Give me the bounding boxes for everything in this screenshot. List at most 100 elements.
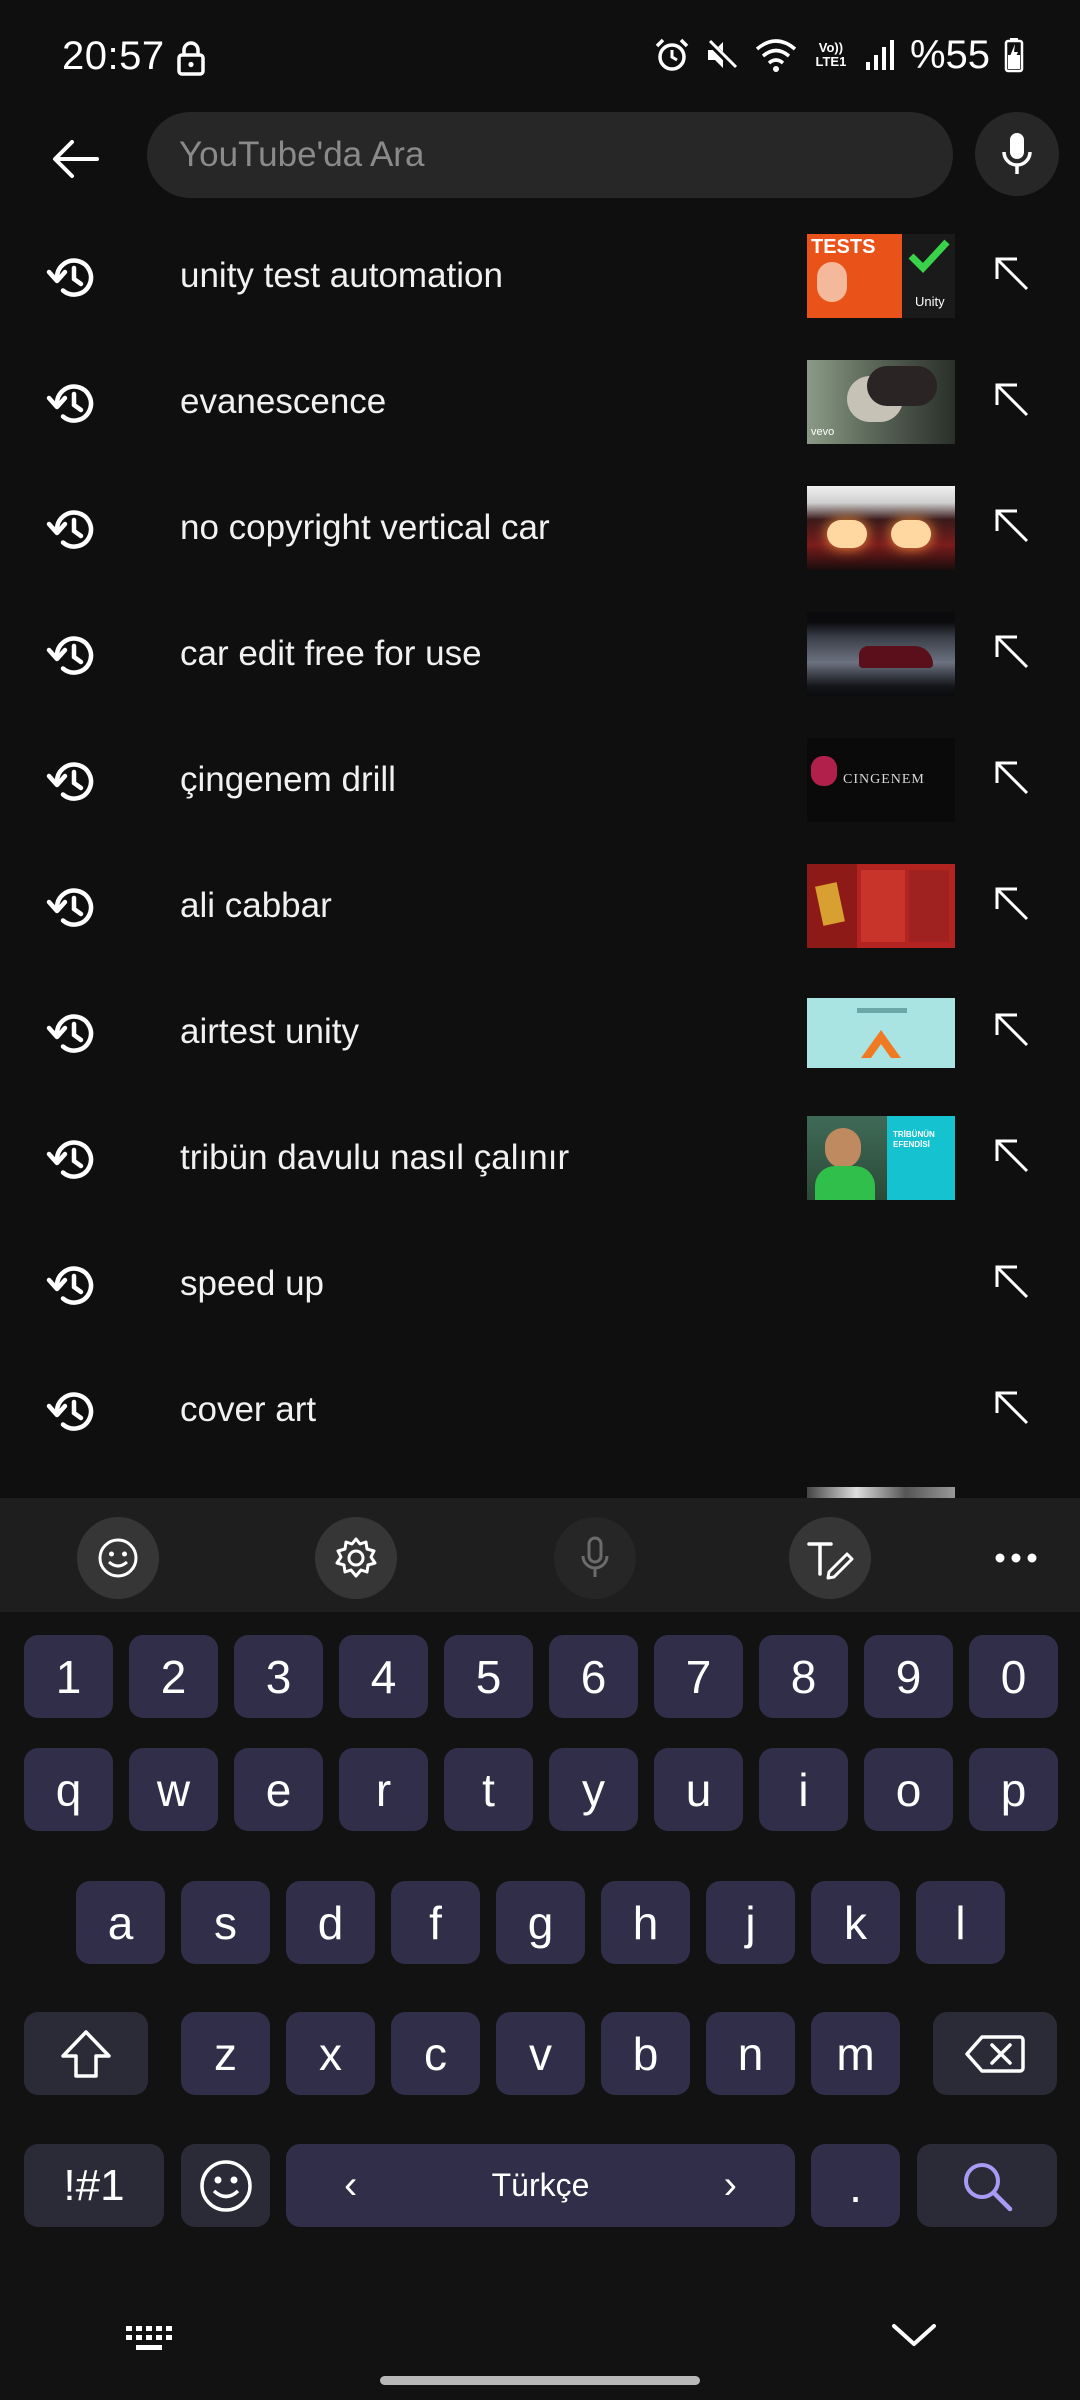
mute-icon [705, 38, 739, 72]
fill-query-arrow-icon [995, 1013, 1029, 1047]
suggestion-text: tribün davulu nasıl çalınır [180, 1138, 570, 1177]
key[interactable]: d [286, 1881, 375, 1964]
fill-query-button[interactable] [983, 1379, 1039, 1435]
key[interactable]: k [811, 1881, 900, 1964]
voice-search-button[interactable] [975, 112, 1059, 196]
key[interactable]: f [391, 1881, 480, 1964]
key[interactable]: 4 [339, 1635, 428, 1718]
keyboard-toolbar [0, 1498, 1080, 1612]
key[interactable]: e [234, 1748, 323, 1831]
fill-query-button[interactable] [983, 245, 1039, 301]
key[interactable]: b [601, 2012, 690, 2095]
back-arrow-icon [53, 140, 99, 178]
space-key-label: Türkçe [491, 2167, 590, 2203]
back-button[interactable] [40, 124, 110, 194]
key[interactable]: u [654, 1748, 743, 1831]
period-key[interactable]: . [811, 2144, 900, 2227]
battery-icon [1004, 38, 1024, 73]
fill-query-button[interactable] [983, 1253, 1039, 1309]
shift-key[interactable] [24, 2012, 148, 2095]
hide-keyboard-button[interactable] [890, 2320, 950, 2370]
suggestion-text: cover art [180, 1390, 317, 1429]
fill-query-button[interactable] [983, 749, 1039, 805]
network-label: Vo)) LTE1 [812, 41, 850, 69]
key[interactable]: j [706, 1881, 795, 1964]
suggestion-thumbnail: TRİBÜNÜN EFENDİSİ [807, 1116, 955, 1200]
more-options-button[interactable] [975, 1517, 1057, 1599]
fill-query-arrow-icon [995, 1391, 1029, 1425]
key[interactable]: 6 [549, 1635, 638, 1718]
key[interactable]: q [24, 1748, 113, 1831]
fill-query-button[interactable] [983, 623, 1039, 679]
emoji-key[interactable] [181, 2144, 270, 2227]
key[interactable]: p [969, 1748, 1058, 1831]
suggestion-item[interactable]: car edit free for use [0, 591, 1080, 717]
emoji-toolbar-button[interactable] [77, 1517, 159, 1599]
suggestion-item[interactable]: ali cabbar [0, 843, 1080, 969]
suggestion-item[interactable]: evanescence vevo [0, 339, 1080, 465]
voice-input-button[interactable] [554, 1517, 636, 1599]
key[interactable]: g [496, 1881, 585, 1964]
gesture-bar[interactable] [380, 2376, 700, 2385]
handwriting-button[interactable] [789, 1517, 871, 1599]
fill-query-button[interactable] [983, 371, 1039, 427]
key[interactable]: y [549, 1748, 638, 1831]
suggestion-item[interactable]: unity test automation TESTS Unity [0, 213, 1080, 339]
suggestion-item[interactable]: çingenem drill CINGENEM [0, 717, 1080, 843]
key[interactable]: c [391, 2012, 480, 2095]
key[interactable]: 1 [24, 1635, 113, 1718]
status-time: 20:57 [62, 34, 165, 78]
key[interactable]: a [76, 1881, 165, 1964]
emoji-icon [98, 1538, 138, 1578]
search-icon [964, 2162, 1013, 2211]
chevron-left-icon: ‹ [344, 2163, 358, 2207]
key[interactable]: 5 [444, 1635, 533, 1718]
history-icon [45, 250, 101, 306]
key[interactable]: h [601, 1881, 690, 1964]
suggestion-thumbnail [807, 998, 955, 1068]
suggestion-item[interactable]: airtest unity [0, 969, 1080, 1095]
key[interactable]: l [916, 1881, 1005, 1964]
key[interactable]: w [129, 1748, 218, 1831]
search-input[interactable] [179, 112, 919, 198]
key[interactable]: z [181, 2012, 270, 2095]
search-box[interactable] [147, 112, 953, 198]
suggestion-item[interactable]: speed up [0, 1221, 1080, 1347]
key[interactable]: s [181, 1881, 270, 1964]
keyboard-switch-button[interactable] [124, 2324, 184, 2364]
space-key[interactable]: ‹ Türkçe › [286, 2144, 795, 2227]
keyboard: 1 2 3 4 5 6 7 8 9 0 q w e r t y u i o p … [0, 1612, 1080, 2400]
search-key[interactable] [917, 2144, 1057, 2227]
key[interactable]: 9 [864, 1635, 953, 1718]
key[interactable]: r [339, 1748, 428, 1831]
key[interactable]: 0 [969, 1635, 1058, 1718]
key[interactable]: n [706, 2012, 795, 2095]
fill-query-button[interactable] [983, 875, 1039, 931]
fill-query-button[interactable] [983, 497, 1039, 553]
suggestion-item[interactable]: cover art [0, 1347, 1080, 1473]
fill-query-arrow-icon [995, 887, 1029, 921]
fill-query-button[interactable] [983, 1001, 1039, 1057]
suggestion-thumbnail: TESTS Unity [807, 234, 955, 318]
keyboard-settings-button[interactable] [315, 1517, 397, 1599]
key[interactable]: 8 [759, 1635, 848, 1718]
suggestion-thumbnail [807, 864, 955, 948]
suggestion-item[interactable]: no copyright vertical car [0, 465, 1080, 591]
key[interactable]: 2 [129, 1635, 218, 1718]
key[interactable]: o [864, 1748, 953, 1831]
symbols-key[interactable]: !#1 [24, 2144, 164, 2227]
key[interactable]: 7 [654, 1635, 743, 1718]
key[interactable]: x [286, 2012, 375, 2095]
microphone-icon [1002, 133, 1032, 174]
fill-query-button[interactable] [983, 1127, 1039, 1183]
wifi-icon [755, 39, 797, 72]
history-icon [45, 1006, 101, 1062]
key[interactable]: t [444, 1748, 533, 1831]
key[interactable]: v [496, 2012, 585, 2095]
backspace-key[interactable] [933, 2012, 1057, 2095]
key[interactable]: i [759, 1748, 848, 1831]
handwriting-icon [807, 1542, 854, 1580]
suggestion-item[interactable]: tribün davulu nasıl çalınır TRİBÜNÜN EFE… [0, 1095, 1080, 1221]
key[interactable]: m [811, 2012, 900, 2095]
key[interactable]: 3 [234, 1635, 323, 1718]
